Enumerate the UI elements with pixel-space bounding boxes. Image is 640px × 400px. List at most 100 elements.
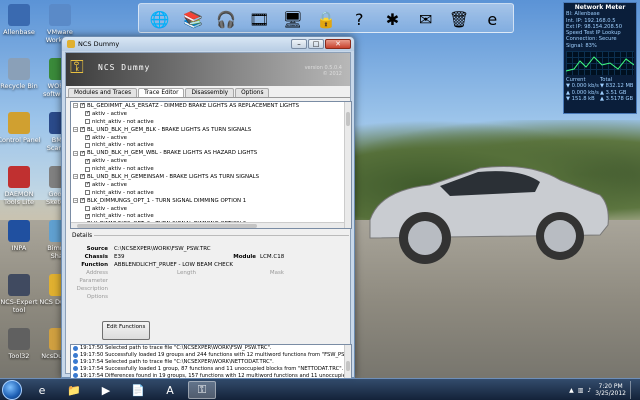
edit-functions-button[interactable]: Edit Functions: [102, 321, 150, 340]
tree-checkbox[interactable]: [85, 119, 90, 125]
close-button[interactable]: ✕: [325, 39, 351, 49]
tree-checkbox[interactable]: [85, 142, 90, 148]
desktop-icon-label: INPA: [11, 244, 27, 252]
desktop-icon[interactable]: NCS-Expert tool: [0, 274, 41, 314]
tree-setting-row[interactable]: aktiv - active: [71, 157, 351, 165]
desktop-icon-label: DAEMON Tools Lite: [3, 190, 35, 206]
tree-checkbox[interactable]: [85, 110, 90, 117]
acrobat-icon[interactable]: A: [156, 381, 184, 399]
tree-checkbox[interactable]: [80, 197, 85, 204]
desktop-icon-image: [8, 112, 30, 134]
media-player-icon[interactable]: ▶: [92, 381, 120, 399]
tree-function-row[interactable]: − BL_GEDIMMT_ALS_ERSATZ - DIMMED BRAKE LI…: [71, 102, 351, 110]
books-icon[interactable]: 📚: [178, 6, 207, 32]
collapse-icon[interactable]: −: [73, 174, 78, 180]
explorer-icon[interactable]: 📁: [60, 381, 88, 399]
tree-checkbox[interactable]: [80, 173, 85, 180]
title-bar[interactable]: NCS Dummy – □ ✕: [62, 37, 354, 51]
monitor-icon[interactable]: 🖥: [278, 6, 307, 32]
clock-time: 7:20 PM: [598, 383, 623, 390]
log-vertical-scrollbar[interactable]: [344, 345, 351, 378]
module-label: Module: [233, 254, 256, 260]
wallpaper-car: [369, 166, 609, 264]
tree-setting-row[interactable]: aktiv - active: [71, 110, 351, 118]
tree-checkbox[interactable]: [80, 126, 85, 133]
pdf-icon[interactable]: 📄: [124, 381, 152, 399]
tree-checkbox[interactable]: [85, 134, 90, 140]
chassis-value: E39: [114, 254, 125, 260]
internet-explorer-icon[interactable]: e: [478, 6, 507, 32]
desktop-icon[interactable]: Tool32: [0, 328, 41, 360]
tree-function-row[interactable]: − BL_UND_BLK_H_GEM_WBL - BRAKE LIGHTS AS …: [71, 149, 351, 157]
tree-row-label: BL_UND_BLK_H_GEM_BLK - BRAKE LIGHTS AS T…: [87, 126, 252, 133]
tree-function-row[interactable]: − BLK_DIMMUNGS_OPT_1 - TURN SIGNAL DIMMIN…: [71, 197, 351, 205]
tree-setting-row[interactable]: nicht_aktiv - not active: [71, 118, 351, 126]
tab[interactable]: Disassembly: [185, 88, 235, 97]
tree-setting-row[interactable]: nicht_aktiv - not active: [71, 212, 351, 220]
globe-icon[interactable]: 🌐: [145, 6, 174, 32]
log-entry-text: 19:17:54 Successfully loaded 1 group, 87…: [80, 365, 344, 372]
tree-setting-row[interactable]: aktiv - active: [71, 205, 351, 213]
info-icon: [73, 352, 78, 358]
tree-checkbox[interactable]: [85, 206, 90, 212]
lock-icon[interactable]: 🔒: [311, 6, 340, 32]
tree-setting-row[interactable]: nicht_aktiv - not active: [71, 189, 351, 197]
tree-checkbox[interactable]: [80, 102, 85, 109]
collapse-icon[interactable]: −: [73, 103, 78, 109]
tree-row-label: aktiv - active: [92, 110, 127, 117]
tree-setting-row[interactable]: nicht_aktiv - not active: [71, 141, 351, 149]
tab[interactable]: Trace Editor: [138, 88, 185, 97]
tab[interactable]: Options: [235, 88, 270, 97]
show-desktop-button[interactable]: [630, 381, 638, 399]
tree-horizontal-scrollbar[interactable]: [71, 222, 344, 228]
tab[interactable]: Modules and Traces: [68, 88, 138, 97]
volume-icon[interactable]: ♪: [587, 387, 591, 394]
network-icon[interactable]: ▥: [578, 387, 584, 394]
tree-checkbox[interactable]: [85, 213, 90, 219]
desktop-icon[interactable]: Allenbase: [0, 4, 41, 36]
tree-function-row[interactable]: − BL_UND_BLK_H_GEMEINSAM - BRAKE LIGHTS A…: [71, 173, 351, 181]
clock[interactable]: 7:20 PM 3/25/2012: [595, 383, 626, 397]
film-reel-icon[interactable]: 🎞: [245, 6, 274, 32]
tree-checkbox[interactable]: [85, 158, 90, 164]
tree-checkbox[interactable]: [85, 166, 90, 172]
log-entry: 19:17:50 Selected path to trace file "C:…: [71, 345, 351, 352]
tree-checkbox[interactable]: [85, 190, 90, 196]
maximize-button[interactable]: □: [308, 39, 324, 49]
tree-setting-row[interactable]: aktiv - active: [71, 181, 351, 189]
log-output[interactable]: 19:17:50 Selected path to trace file "C:…: [70, 344, 352, 379]
tray-up-arrow-icon[interactable]: ▲: [569, 387, 574, 394]
tree-checkbox[interactable]: [80, 150, 85, 156]
banner-app-name: NCS Dummy: [98, 63, 151, 72]
desktop-icon[interactable]: Recycle Bin: [0, 58, 41, 90]
tree-row-label: nicht_aktiv - not active: [92, 166, 154, 173]
headphones-icon[interactable]: 🎧: [212, 6, 241, 32]
minimize-button[interactable]: –: [291, 39, 307, 49]
tree-vertical-scrollbar[interactable]: [344, 102, 351, 228]
trash-icon[interactable]: 🗑: [444, 6, 473, 32]
tree-checkbox[interactable]: [85, 181, 90, 188]
desktop-icon-image: [8, 58, 30, 80]
collapse-icon[interactable]: −: [73, 127, 78, 133]
desktop-icon[interactable]: DAEMON Tools Lite: [0, 166, 41, 206]
tree-function-row[interactable]: − BL_UND_BLK_H_GEM_BLK - BRAKE LIGHTS AS …: [71, 126, 351, 134]
network-meter-info: Bl: Allenbase Int. IP: 192.168.0.5 Ext IP:…: [566, 11, 634, 49]
desktop-icon-image: [8, 274, 30, 296]
function-tree[interactable]: − BL_GEDIMMT_ALS_ERSATZ - DIMMED BRAKE LI…: [70, 101, 352, 229]
start-button[interactable]: [2, 380, 22, 400]
desktop-icon[interactable]: Control Panel: [0, 112, 41, 144]
top-dock: 🌐 📚 🎧 🎞 🖥 🔒? ✱ ✉ 🗑 e: [138, 3, 514, 33]
desktop-icon[interactable]: INPA: [0, 220, 41, 252]
collapse-icon[interactable]: −: [73, 150, 78, 156]
mail-icon[interactable]: ✉: [411, 6, 440, 32]
tree-setting-row[interactable]: nicht_aktiv - not active: [71, 165, 351, 173]
tree-row-label: aktiv - active: [92, 181, 127, 188]
help-icon[interactable]: ?: [345, 6, 374, 32]
tree-row-label: aktiv - active: [92, 205, 127, 212]
ie-icon[interactable]: e: [28, 381, 56, 399]
puzzle-icon[interactable]: ✱: [378, 6, 407, 32]
collapse-icon[interactable]: −: [73, 198, 78, 204]
ncs-dummy-icon[interactable]: ⚿: [188, 381, 216, 399]
network-meter-graph: [566, 51, 634, 76]
tree-setting-row[interactable]: aktiv - active: [71, 134, 351, 142]
